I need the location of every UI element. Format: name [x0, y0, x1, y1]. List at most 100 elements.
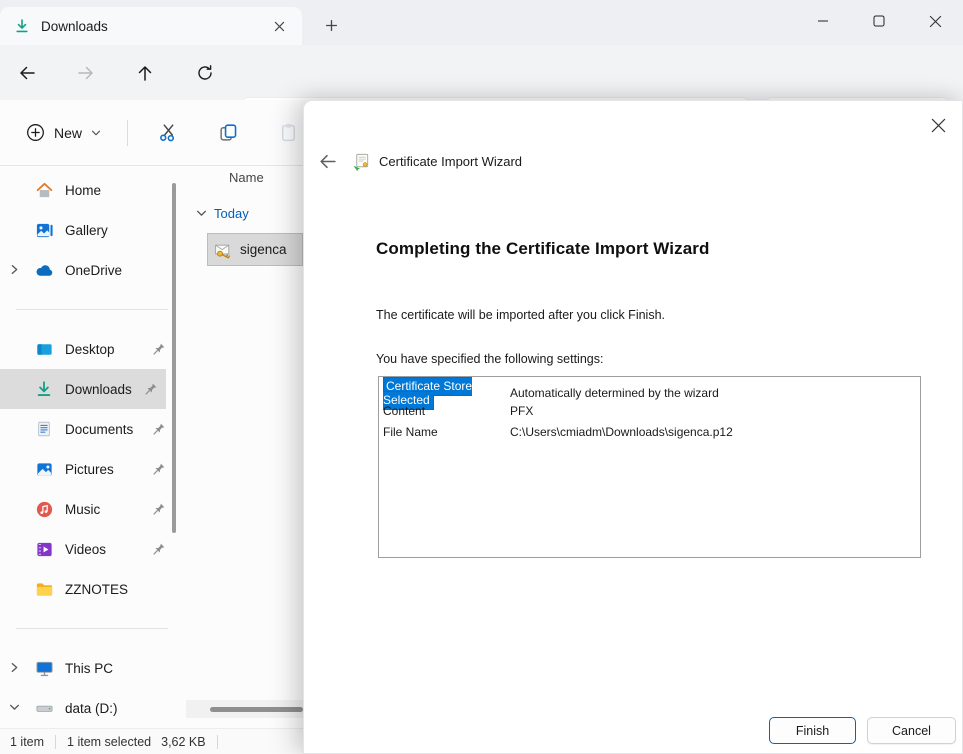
- sidebar-item-label: Downloads: [65, 382, 132, 397]
- status-divider: [217, 735, 218, 749]
- sidebar-item-zznotes[interactable]: ZZNOTES: [0, 569, 184, 609]
- window-close-button[interactable]: [907, 0, 963, 42]
- tab-close-icon[interactable]: [266, 13, 292, 39]
- cut-button[interactable]: [146, 114, 190, 152]
- sidebar-item-gallery[interactable]: Gallery: [0, 210, 184, 250]
- maximize-button[interactable]: [851, 0, 907, 42]
- setting-value[interactable]: PFX: [506, 404, 920, 418]
- settings-row[interactable]: File Name C:\Users\cmiadm\Downloads\sige…: [381, 421, 920, 442]
- gallery-icon: [34, 220, 54, 240]
- this-pc-icon: [34, 658, 54, 678]
- dialog-title: Certificate Import Wizard: [379, 154, 522, 169]
- horizontal-scrollbar-thumb[interactable]: [210, 707, 303, 712]
- new-tab-button[interactable]: [318, 12, 344, 38]
- status-selection-size: 3,62 KB: [161, 735, 205, 749]
- pin-icon: [152, 422, 166, 436]
- onedrive-icon: [34, 260, 54, 280]
- tab-downloads[interactable]: Downloads: [0, 7, 302, 45]
- sidebar-item-label: Desktop: [65, 342, 115, 357]
- sidebar-item-music[interactable]: Music: [0, 489, 184, 529]
- sidebar-item-label: Gallery: [65, 223, 108, 238]
- sidebar-divider: [16, 309, 168, 310]
- settings-row[interactable]: Content PFX: [381, 400, 920, 421]
- forward-button[interactable]: [72, 59, 100, 87]
- group-label[interactable]: Today: [214, 206, 249, 221]
- folder-icon: [34, 579, 54, 599]
- column-header-name[interactable]: Name: [229, 170, 264, 185]
- settings-listview[interactable]: Certificate Store Selected Automatically…: [378, 376, 921, 558]
- setting-value[interactable]: Automatically determined by the wizard: [506, 386, 920, 400]
- sidebar-item-this-pc[interactable]: This PC: [0, 648, 184, 688]
- sidebar-item-label: Pictures: [65, 462, 114, 477]
- pin-icon: [152, 342, 166, 356]
- pin-icon: [144, 382, 158, 396]
- chevron-right-icon[interactable]: [9, 264, 20, 275]
- drive-icon: [34, 698, 54, 718]
- chevron-down-icon[interactable]: [9, 702, 20, 713]
- pin-icon: [152, 462, 166, 476]
- sidebar-item-videos[interactable]: Videos: [0, 529, 184, 569]
- sidebar-item-label: Documents: [65, 422, 133, 437]
- dialog-back-icon[interactable]: [314, 149, 340, 173]
- status-selection: 1 item selected: [67, 735, 151, 749]
- chevron-down-icon: [91, 128, 101, 138]
- chevron-down-icon[interactable]: [196, 208, 207, 219]
- minimize-button[interactable]: [795, 0, 851, 42]
- copy-button[interactable]: [206, 114, 250, 152]
- certificate-import-wizard-dialog: Certificate Import Wizard Completing the…: [303, 100, 963, 754]
- sidebar-item-downloads[interactable]: Downloads: [0, 369, 166, 409]
- horizontal-scrollbar[interactable]: [186, 700, 303, 718]
- music-icon: [34, 499, 54, 519]
- refresh-button[interactable]: [191, 59, 219, 87]
- setting-value[interactable]: C:\Users\cmiadm\Downloads\sigenca.p12: [506, 425, 920, 439]
- sidebar-item-data-drive[interactable]: data (D:): [0, 688, 184, 728]
- videos-icon: [34, 539, 54, 559]
- chevron-right-icon[interactable]: [9, 662, 20, 673]
- status-item-count: 1 item: [10, 735, 44, 749]
- file-explorer-window: Downloads: [0, 0, 963, 754]
- sidebar-item-documents[interactable]: Documents: [0, 409, 184, 449]
- toolbar-separator: [127, 120, 128, 146]
- sidebar-item-home[interactable]: Home: [0, 170, 184, 210]
- pin-icon: [152, 542, 166, 556]
- wizard-heading: Completing the Certificate Import Wizard: [376, 239, 709, 259]
- sidebar-item-desktop[interactable]: Desktop: [0, 329, 184, 369]
- circle-plus-icon: [26, 123, 45, 142]
- pictures-icon: [34, 459, 54, 479]
- sidebar-item-pictures[interactable]: Pictures: [0, 449, 184, 489]
- download-icon: [14, 18, 30, 34]
- back-button[interactable]: [13, 59, 41, 87]
- new-button[interactable]: New: [14, 115, 113, 150]
- download-icon: [34, 379, 54, 399]
- sidebar-item-label: OneDrive: [65, 263, 122, 278]
- finish-button[interactable]: Finish: [769, 717, 856, 744]
- pin-icon: [152, 502, 166, 516]
- sidebar-item-label: This PC: [65, 661, 113, 676]
- document-icon: [34, 419, 54, 439]
- group-header-today[interactable]: Today: [196, 206, 249, 221]
- settings-row[interactable]: Certificate Store Selected Automatically…: [381, 379, 920, 400]
- file-name[interactable]: sigenca: [240, 242, 287, 257]
- status-divider: [55, 735, 56, 749]
- tab-bar: Downloads: [0, 0, 963, 45]
- tab-title: Downloads: [41, 19, 266, 34]
- setting-name[interactable]: File Name: [381, 425, 506, 439]
- sidebar-item-label: Home: [65, 183, 101, 198]
- cancel-button[interactable]: Cancel: [867, 717, 956, 744]
- sidebar-scrollbar[interactable]: [172, 183, 176, 533]
- navigation-bar: Downloads: [0, 45, 963, 100]
- setting-name[interactable]: Content: [381, 404, 506, 418]
- sidebar-item-label: data (D:): [65, 701, 118, 716]
- sidebar-item-onedrive[interactable]: OneDrive: [0, 250, 184, 290]
- home-icon: [34, 180, 54, 200]
- sidebar-item-label: ZZNOTES: [65, 582, 128, 597]
- dialog-close-icon[interactable]: [926, 113, 950, 137]
- new-button-label: New: [54, 125, 82, 141]
- file-list: Name Today sigenca: [186, 170, 303, 728]
- certificate-wizard-icon: [352, 152, 371, 171]
- sidebar: Home Gallery OneDrive Desktop: [0, 170, 184, 728]
- file-row-sigenca[interactable]: sigenca: [207, 233, 303, 266]
- sidebar-divider: [16, 628, 168, 629]
- wizard-instruction: The certificate will be imported after y…: [376, 308, 665, 322]
- up-button[interactable]: [131, 59, 159, 87]
